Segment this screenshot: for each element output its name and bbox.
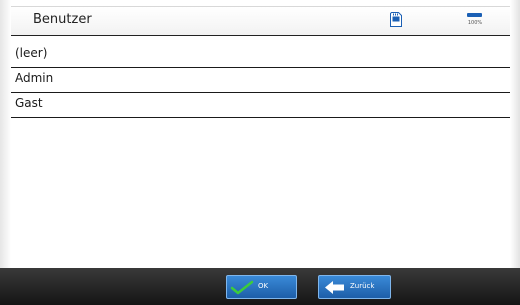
list-item-guest[interactable]: Gast xyxy=(11,93,510,118)
battery-level-bar xyxy=(467,13,482,17)
ok-button[interactable]: OK xyxy=(226,275,297,299)
back-button[interactable]: Zurück xyxy=(318,275,391,299)
user-list: (leer) Admin Gast xyxy=(11,43,510,118)
back-label: Zurück xyxy=(350,282,375,290)
list-item-label: (leer) xyxy=(15,46,48,60)
arrow-left-icon xyxy=(325,281,344,294)
list-item-label: Admin xyxy=(15,71,54,85)
list-item-label: Gast xyxy=(15,96,43,110)
sd-card-icon xyxy=(390,12,402,27)
checkmark-icon xyxy=(230,280,254,295)
battery-label: 100% xyxy=(467,20,483,26)
title-bar: Benutzer 100% xyxy=(11,6,510,36)
list-item-admin[interactable]: Admin xyxy=(11,68,510,93)
bottom-toolbar: OK Zurück xyxy=(0,268,520,305)
app-window: Benutzer 100% (leer) Admin Gast OK Zurüc… xyxy=(0,0,520,305)
page-title: Benutzer xyxy=(33,12,92,27)
ok-label: OK xyxy=(258,282,269,290)
battery-icon: 100% xyxy=(464,11,486,31)
list-item-empty[interactable]: (leer) xyxy=(11,43,510,68)
